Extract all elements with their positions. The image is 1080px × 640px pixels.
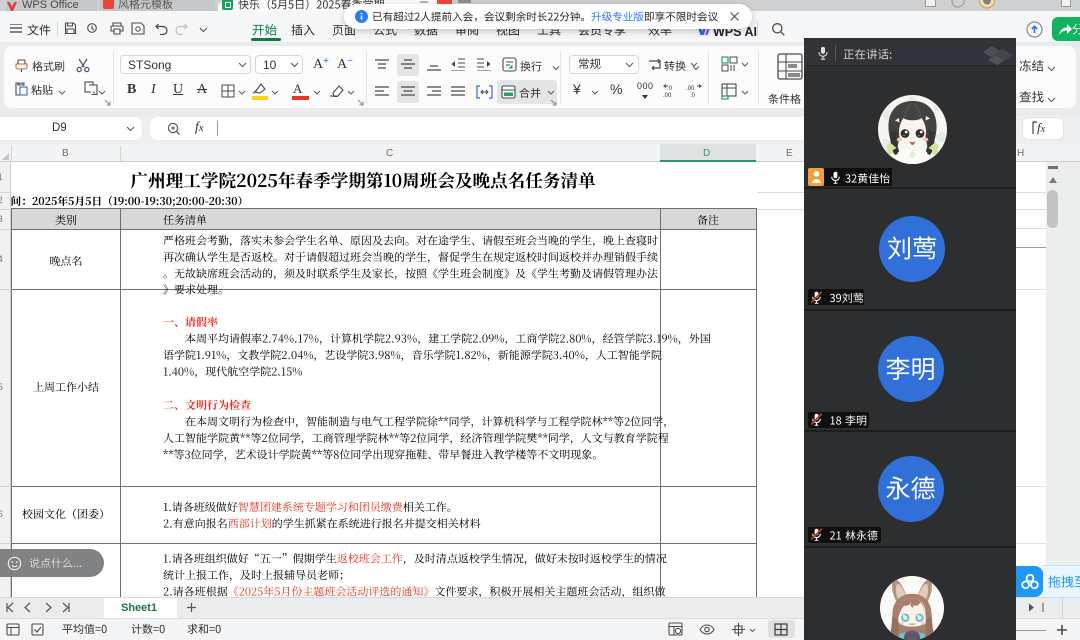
svg-text:.0: .0 [667,86,673,92]
svg-text:.0: .0 [690,93,696,98]
svg-text:.00: .00 [686,86,695,92]
svg-text:.00: .00 [663,93,672,98]
